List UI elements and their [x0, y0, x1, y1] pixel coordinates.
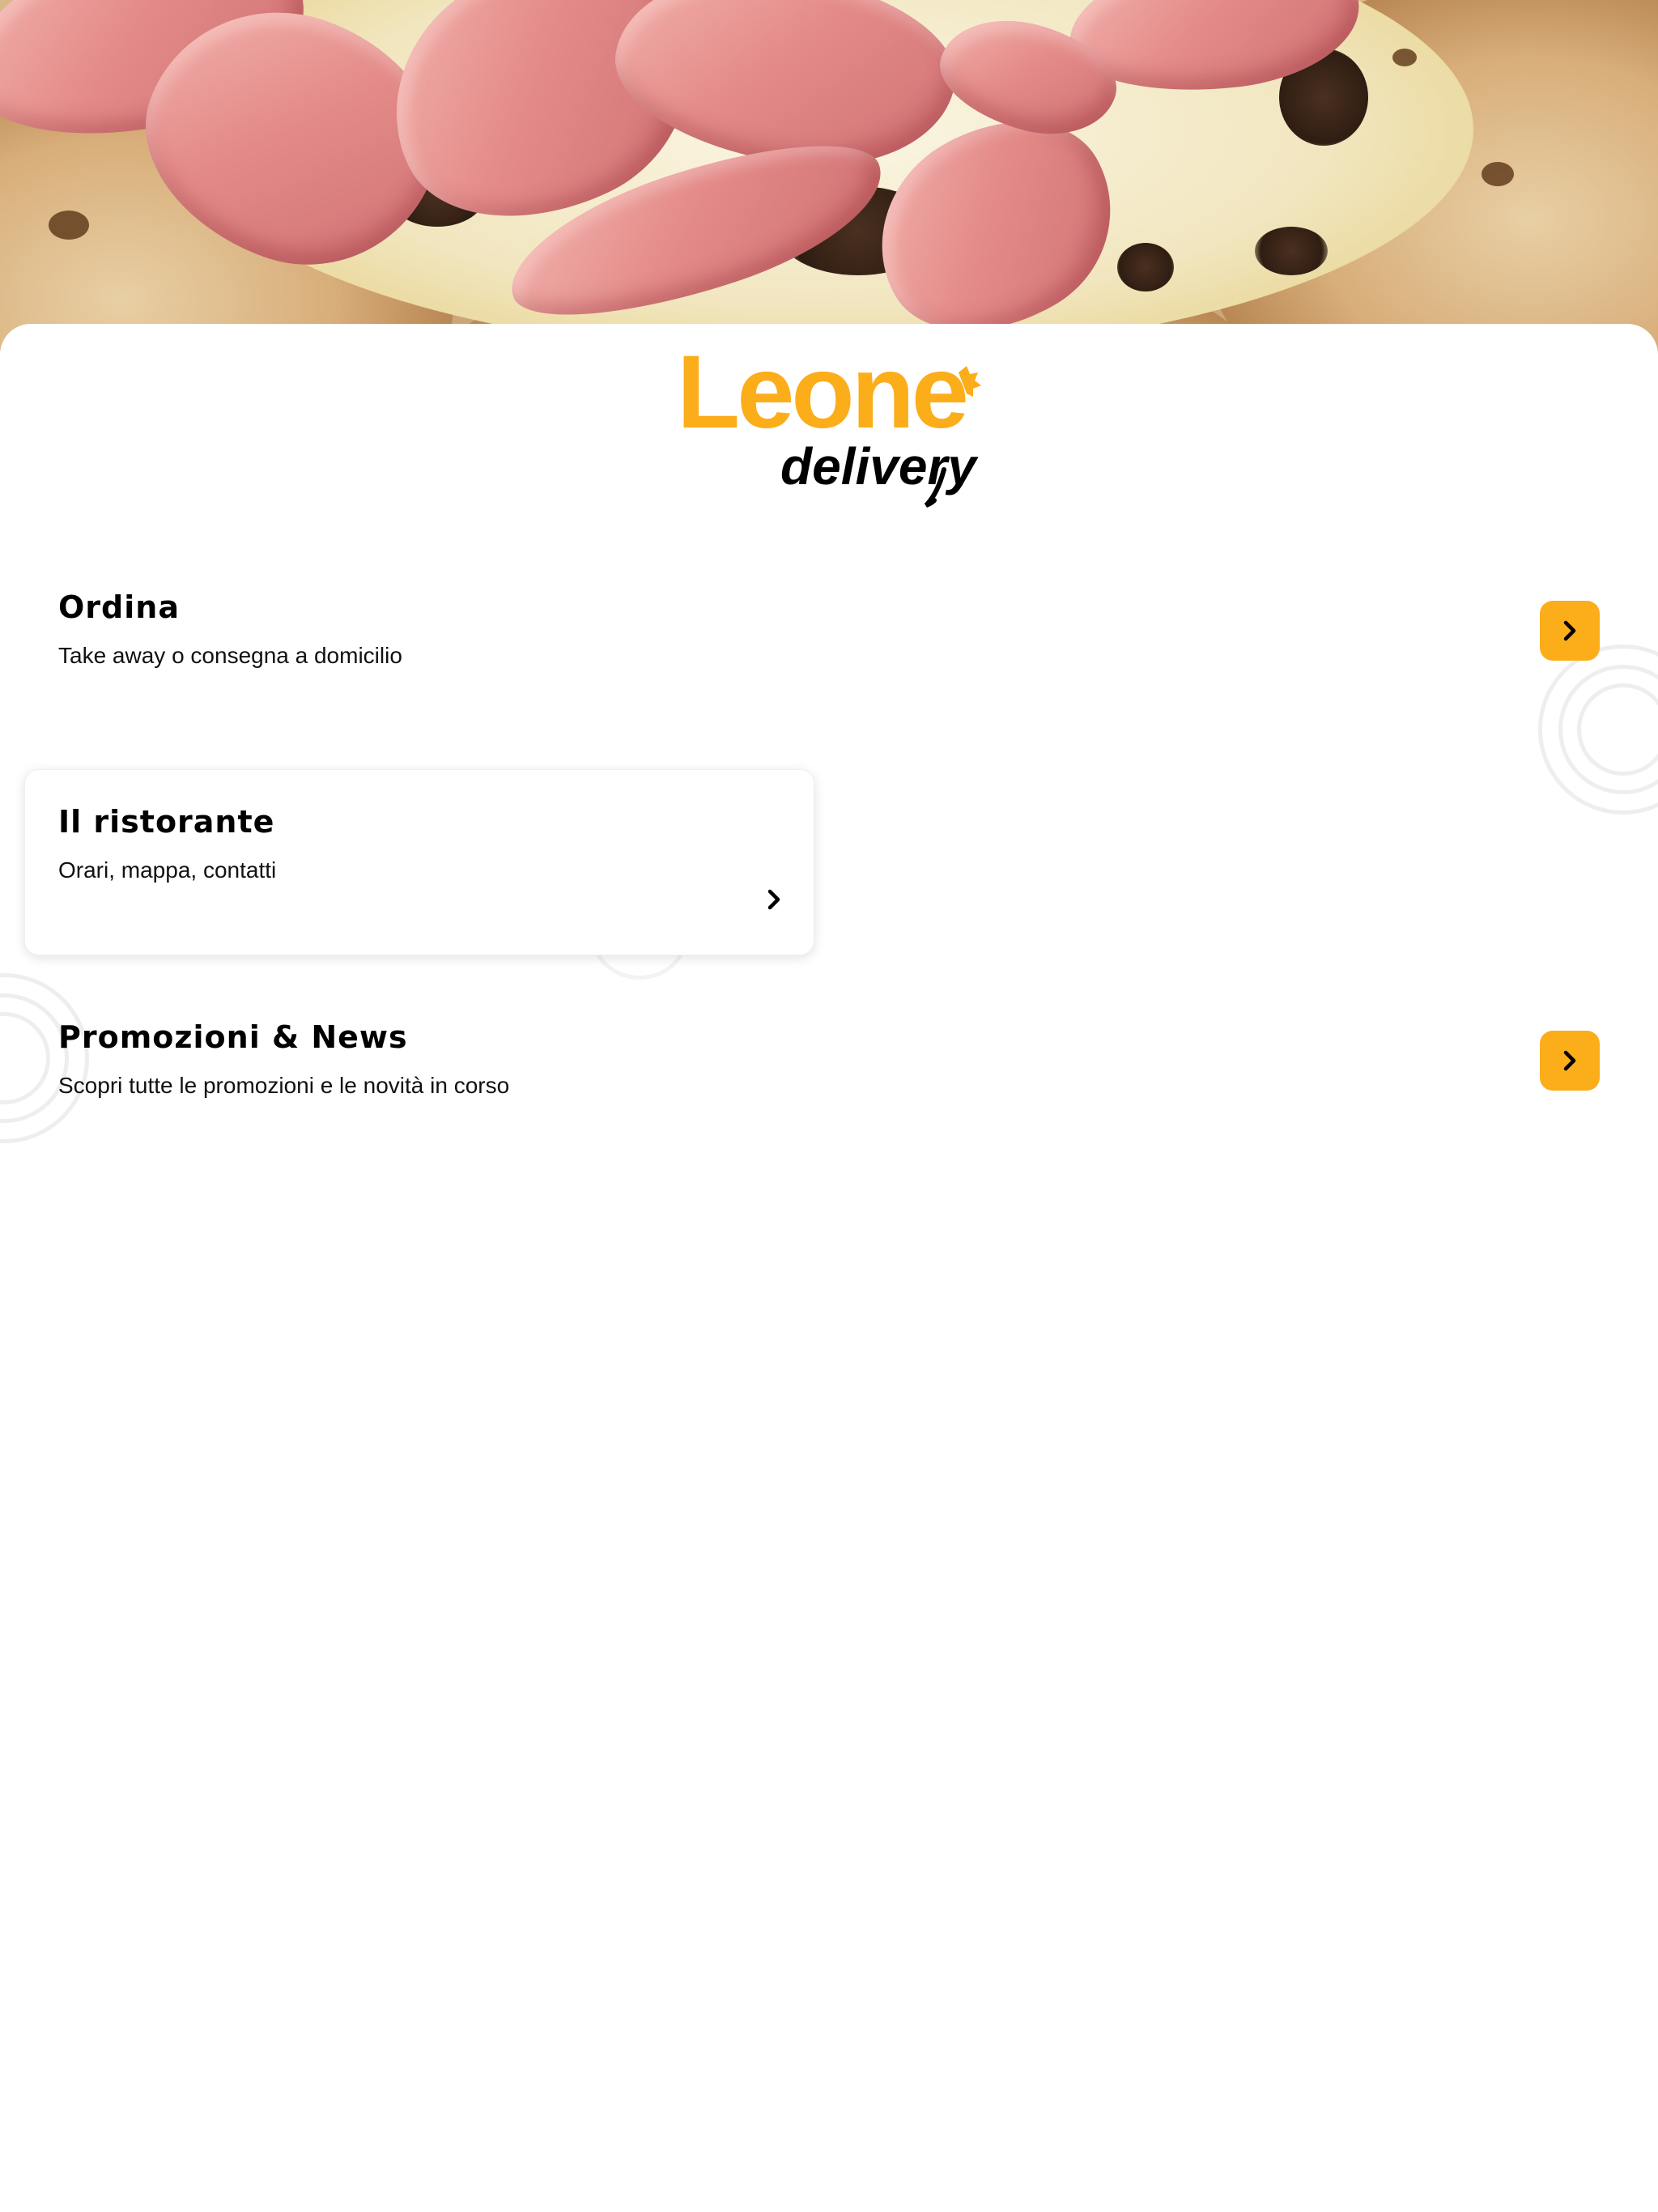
- menu-row-title: Ordina: [58, 589, 180, 625]
- menu-row-subtitle: Orari, mappa, contatti: [58, 857, 277, 883]
- leone-delivery-logo: Leone delivery: [677, 348, 981, 508]
- hero-pizza-image: [0, 0, 1658, 356]
- chevron-right-icon: [1563, 1050, 1576, 1071]
- logo-tagline: delivery: [780, 437, 979, 496]
- promozioni-arrow-button[interactable]: [1540, 1031, 1600, 1091]
- ordina-arrow-button[interactable]: [1540, 601, 1600, 661]
- chevron-right-icon[interactable]: [762, 887, 786, 912]
- menu-row-title: Il ristorante: [58, 804, 275, 840]
- logo-brand-name: Leone: [677, 348, 966, 450]
- content-sheet: [0, 324, 1658, 2212]
- menu-card-ristorante[interactable]: Il ristorante Orari, mappa, contatti: [24, 769, 814, 955]
- menu-row-title: Promozioni & News: [58, 1019, 408, 1055]
- menu-row-subtitle: Take away o consegna a domicilio: [58, 643, 402, 668]
- chevron-right-icon: [1563, 620, 1576, 641]
- menu-row-subtitle: Scopri tutte le promozioni e le novità i…: [58, 1073, 510, 1098]
